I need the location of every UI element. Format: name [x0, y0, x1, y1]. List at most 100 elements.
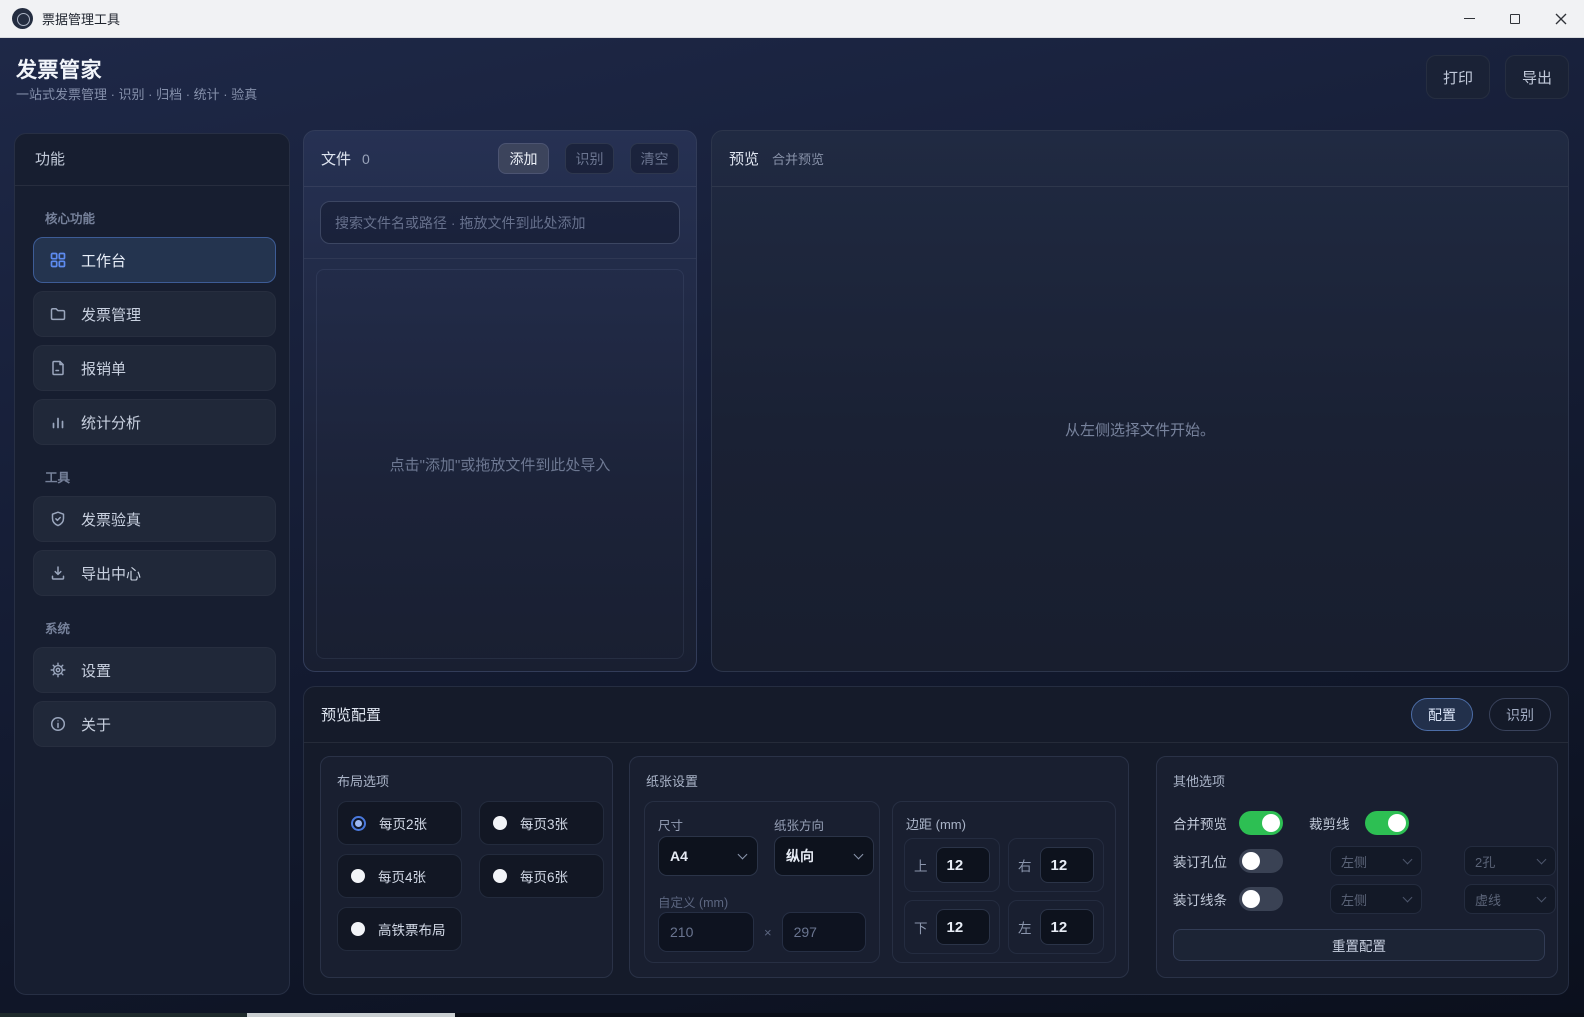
margin-top-input[interactable]	[936, 847, 991, 883]
nav-label: 工作台	[81, 250, 126, 271]
sidebar-item-invoice-verify[interactable]: 发票验真	[33, 496, 276, 542]
chevron-down-icon	[1403, 893, 1413, 903]
paper-settings-card: 纸张设置 尺寸 纸张方向 A4 纵向	[629, 756, 1129, 978]
custom-width-input[interactable]	[658, 912, 754, 952]
page-title: 发票管家	[16, 54, 102, 84]
taskbar-sliver-right	[455, 1013, 1584, 1017]
crop-line-label: 裁剪线	[1309, 813, 1353, 833]
other-card-title: 其他选项	[1173, 771, 1225, 790]
binding-line-label: 装订线条	[1173, 889, 1227, 909]
sidebar-item-reimbursement[interactable]: 报销单	[33, 345, 276, 391]
gear-icon	[49, 661, 67, 679]
search-input[interactable]	[320, 201, 680, 244]
radio-icon	[351, 869, 365, 883]
nav-label: 发票管理	[81, 304, 141, 325]
taskbar-sliver-light	[247, 1013, 455, 1017]
files-panel: 文件 0 添加 识别 清空 点击"添加"或拖放文件到此处导入	[303, 130, 697, 672]
margins-title: 边距 (mm)	[906, 814, 966, 833]
binding-line-toggle[interactable]	[1239, 887, 1283, 911]
recognize-button[interactable]: 识别	[565, 143, 614, 174]
sidebar-item-about[interactable]: 关于	[33, 701, 276, 747]
punch-label: 装订孔位	[1173, 851, 1227, 871]
layout-options-card: 布局选项 每页2张 每页3张 每页4张	[320, 756, 613, 978]
chevron-down-icon	[1537, 893, 1547, 903]
chevron-down-icon	[1537, 855, 1547, 865]
crop-line-toggle[interactable]	[1365, 811, 1409, 835]
radio-icon	[351, 922, 365, 936]
option-label: 每页4张	[378, 866, 426, 886]
export-button[interactable]: 导出	[1505, 55, 1569, 99]
download-icon	[49, 564, 67, 582]
add-button[interactable]: 添加	[498, 143, 549, 174]
sidebar-item-invoice-management[interactable]: 发票管理	[33, 291, 276, 337]
nav-label: 导出中心	[81, 563, 141, 584]
clear-button[interactable]: 清空	[630, 143, 679, 174]
preview-panel: 预览 合并预览 从左侧选择文件开始。	[711, 130, 1569, 672]
preview-empty-text: 从左侧选择文件开始。	[1065, 419, 1215, 440]
config-tab-button[interactable]: 配置	[1411, 698, 1473, 731]
sidebar-group-system: 系统	[45, 618, 271, 637]
layout-option-3-per-page[interactable]: 每页3张	[479, 801, 604, 845]
orientation-select[interactable]: 纵向	[774, 836, 874, 876]
margin-left-input[interactable]	[1040, 909, 1095, 945]
paper-size-box: 尺寸 纸张方向 A4 纵向	[644, 801, 880, 963]
size-label: 尺寸	[658, 815, 758, 834]
line-side-select[interactable]: 左侧	[1330, 884, 1422, 914]
preview-empty-state: 从左侧选择文件开始。	[712, 187, 1568, 671]
option-label: 每页2张	[379, 813, 427, 833]
nav-label: 报销单	[81, 358, 126, 379]
merge-preview-label: 合并预览	[1173, 813, 1227, 833]
line-style-select[interactable]: 虚线	[1464, 884, 1556, 914]
nav-label: 设置	[81, 660, 111, 681]
sidebar-item-statistics[interactable]: 统计分析	[33, 399, 276, 445]
margin-right-input[interactable]	[1040, 847, 1095, 883]
paper-size-select[interactable]: A4	[658, 836, 758, 876]
punch-side-select[interactable]: 左侧	[1330, 846, 1422, 876]
grid-icon	[49, 251, 67, 269]
punch-toggle[interactable]	[1239, 849, 1283, 873]
dropzone-hint: 点击"添加"或拖放文件到此处导入	[390, 454, 611, 475]
reset-config-button[interactable]: 重置配置	[1173, 929, 1545, 961]
sidebar-item-settings[interactable]: 设置	[33, 647, 276, 693]
maximize-icon	[1510, 14, 1520, 24]
minimize-icon	[1464, 18, 1475, 20]
layout-option-4-per-page[interactable]: 每页4张	[337, 854, 462, 898]
file-count: 0	[362, 151, 370, 167]
other-options-card: 其他选项 合并预览 裁剪线 装订孔位 左侧	[1156, 756, 1558, 978]
punch-holes-select[interactable]: 2孔	[1464, 846, 1556, 876]
print-button[interactable]: 打印	[1426, 55, 1490, 99]
page-subtitle: 一站式发票管理 · 识别 · 归档 · 统计 · 验真	[16, 84, 257, 103]
custom-size-label: 自定义 (mm)	[658, 892, 728, 911]
window-title: 票据管理工具	[42, 9, 120, 28]
sidebar-group-core: 核心功能	[45, 208, 271, 227]
recognize-tab-button[interactable]: 识别	[1489, 698, 1551, 731]
preview-panel-subtitle: 合并预览	[772, 149, 824, 168]
bar-chart-icon	[49, 413, 67, 431]
chevron-down-icon	[738, 850, 748, 860]
merge-preview-toggle[interactable]	[1239, 811, 1283, 835]
layout-option-train-ticket[interactable]: 高铁票布局	[337, 907, 462, 951]
nav-label: 关于	[81, 714, 111, 735]
layout-card-title: 布局选项	[337, 771, 389, 790]
option-label: 高铁票布局	[378, 919, 446, 939]
margin-bottom-input[interactable]	[936, 909, 991, 945]
close-button[interactable]	[1538, 0, 1584, 37]
folder-icon	[49, 305, 67, 323]
option-label: 每页6张	[520, 866, 568, 886]
preview-panel-title: 预览	[729, 148, 759, 169]
minimize-button[interactable]	[1446, 0, 1492, 37]
layout-option-6-per-page[interactable]: 每页6张	[479, 854, 604, 898]
times-symbol: ×	[764, 925, 772, 940]
margin-left-field: 左	[1008, 900, 1104, 954]
sidebar-item-export-center[interactable]: 导出中心	[33, 550, 276, 596]
radio-icon	[493, 816, 507, 830]
app-window: 票据管理工具 发票管家 一站式发票管理 · 识别 · 归档 · 统计 · 验真 …	[0, 0, 1584, 1017]
sidebar-group-tools: 工具	[45, 467, 271, 486]
custom-height-input[interactable]	[782, 912, 866, 952]
file-dropzone[interactable]: 点击"添加"或拖放文件到此处导入	[316, 269, 684, 659]
maximize-button[interactable]	[1492, 0, 1538, 37]
sidebar-item-workbench[interactable]: 工作台	[33, 237, 276, 283]
app-icon	[12, 8, 33, 29]
chevron-down-icon	[1403, 855, 1413, 865]
layout-option-2-per-page[interactable]: 每页2张	[337, 801, 462, 845]
